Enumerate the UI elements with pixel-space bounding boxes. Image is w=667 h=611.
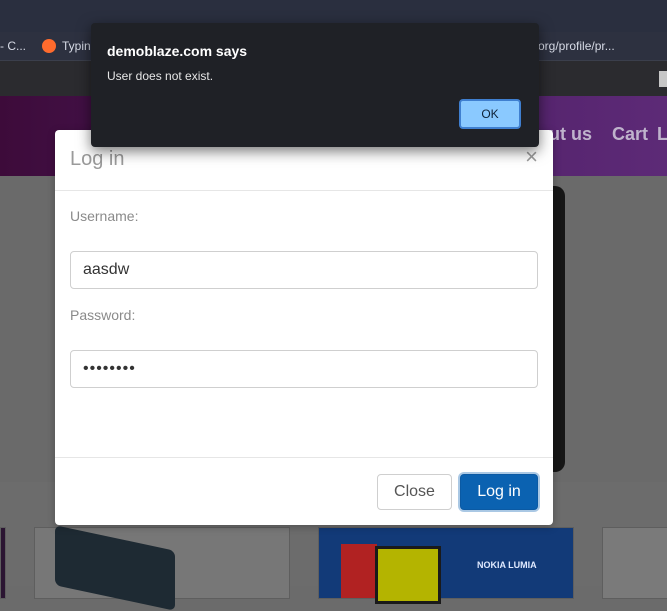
bookmark-item[interactable]: Typin xyxy=(42,39,91,53)
browser-alert-dialog: demoblaze.com says User does not exist. … xyxy=(91,23,539,147)
nav-cart[interactable]: Cart xyxy=(612,124,648,145)
username-input[interactable]: aasdw xyxy=(70,251,538,289)
nav-login[interactable]: Lo xyxy=(657,124,667,145)
product-card-nokia[interactable]: NOKIA LUMIA xyxy=(318,527,574,604)
bookmark-item[interactable]: org/profile/pr... xyxy=(538,39,615,53)
product-card-samsung[interactable] xyxy=(34,525,290,611)
product-phone-image xyxy=(55,525,175,611)
lumia-red-phone-image xyxy=(341,544,377,598)
password-label: Password: xyxy=(70,307,136,323)
login-button[interactable]: Log in xyxy=(460,474,538,510)
alert-title: demoblaze.com says xyxy=(107,43,248,59)
modal-title: Log in xyxy=(70,148,125,170)
modal-footer: Close Log in xyxy=(55,457,553,526)
extension-icon[interactable] xyxy=(659,71,667,87)
bookmark-item[interactable]: - C... xyxy=(0,39,26,53)
lumia-yellow-phone-image xyxy=(375,546,441,604)
product-card[interactable] xyxy=(602,527,667,599)
product-card[interactable] xyxy=(0,527,6,599)
ok-button[interactable]: OK xyxy=(459,99,521,129)
typing-favicon-icon xyxy=(42,39,56,53)
alert-message: User does not exist. xyxy=(107,69,214,83)
bookmark-label: Typin xyxy=(62,39,91,53)
card-brand-text: NOKIA LUMIA xyxy=(477,560,537,570)
login-modal: Log in × Username: aasdw Password: •••••… xyxy=(55,130,553,525)
close-icon[interactable]: × xyxy=(525,146,538,168)
password-input[interactable]: •••••••• xyxy=(70,350,538,388)
username-label: Username: xyxy=(70,208,139,224)
close-button[interactable]: Close xyxy=(377,474,452,510)
